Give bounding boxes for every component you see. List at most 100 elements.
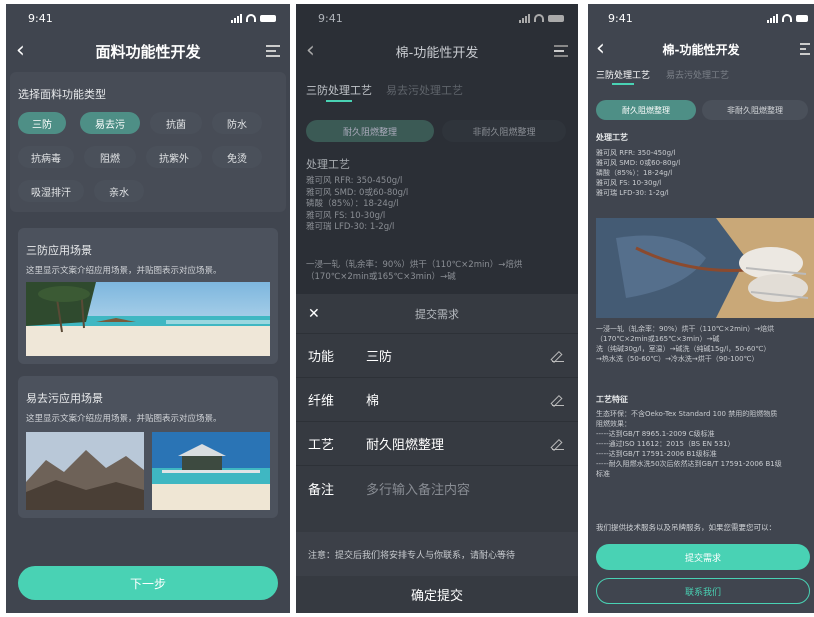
scenario-card-yiquwu: 易去污应用场景 这里显示文案介绍应用场景，并贴图表示对应场景。 <box>18 376 278 518</box>
shoes-image <box>596 218 814 318</box>
process-title: 处理工艺 <box>306 158 350 171</box>
scenario-card-sanfang: 三防应用场景 这里显示文案介绍应用场景，并贴图表示对应场景。 <box>18 228 278 364</box>
next-button-label: 下一步 <box>129 576 166 591</box>
page-title: 棉-功能性开发 <box>395 45 479 61</box>
process-tabs: 三防处理工艺 易去污处理工艺 <box>596 68 729 85</box>
chip-label: 阻燃 <box>100 153 120 165</box>
segment-durable[interactable]: 耐久阻燃整理 <box>596 100 696 120</box>
chip-label: 亲水 <box>109 187 129 199</box>
submit-request-button[interactable]: 提交需求 <box>596 544 810 570</box>
chip-sanfang[interactable]: 三防 <box>18 112 66 134</box>
chip-label: 抗菌 <box>166 119 186 131</box>
segment-label: 非耐久阻燃整理 <box>727 105 783 115</box>
back-icon[interactable]: ‹ <box>16 40 25 62</box>
tab-sanfang[interactable]: 三防处理工艺 <box>306 82 372 102</box>
remark-input[interactable]: 多行输入备注内容 <box>366 479 578 498</box>
next-button[interactable]: 下一步 <box>18 566 278 600</box>
wifi-icon <box>782 14 792 22</box>
segment-label: 耐久阻燃整理 <box>342 127 397 138</box>
status-time: 9:41 <box>28 11 53 25</box>
nav-bar: ‹ 面料功能性开发 <box>6 34 290 68</box>
chip-label: 吸湿排汗 <box>31 187 71 199</box>
function-type-panel: 选择面料功能类型 三防 易去污 抗菌 防水 抗病毒 阻燃 抗紫外 免烫 吸湿排汗… <box>10 72 286 212</box>
card-desc: 这里显示文案介绍应用场景，并贴图表示对应场景。 <box>26 266 222 276</box>
chip-xishipaihan[interactable]: 吸湿排汗 <box>18 180 84 202</box>
segment-label: 耐久阻燃整理 <box>622 105 670 115</box>
chip-qinshui[interactable]: 亲水 <box>94 180 144 202</box>
row-label: 备注 <box>308 482 335 498</box>
feature-text: 生态环保：不含Oeko-Tex Standard 100 禁用的阻燃物质 阻燃效… <box>596 410 782 478</box>
segment-nondurable[interactable]: 非耐久阻燃整理 <box>442 120 566 142</box>
wifi-icon <box>246 14 256 22</box>
process-title: 处理工艺 <box>596 133 628 142</box>
back-icon[interactable]: ‹ <box>306 40 315 62</box>
status-time: 9:41 <box>318 11 343 25</box>
chip-label: 防水 <box>227 119 247 131</box>
chip-yiquwu[interactable]: 易去污 <box>80 112 140 134</box>
chip-label: 抗紫外 <box>159 153 189 165</box>
menu-icon[interactable] <box>554 45 568 57</box>
row-label: 纤维 <box>308 394 335 409</box>
row-process[interactable]: 工艺 耐久阻燃整理 <box>296 422 578 466</box>
flow-text: 一浸一轧（轧余率：90%）烘干（110℃×2min）→焙烘 （170℃×2min… <box>306 260 523 282</box>
back-icon[interactable]: ‹ <box>596 38 605 60</box>
contact-us-button[interactable]: 联系我们 <box>596 578 810 604</box>
beach-image <box>26 282 270 356</box>
segment-durable[interactable]: 耐久阻燃整理 <box>306 120 434 142</box>
wifi-icon <box>534 14 544 22</box>
battery-icon <box>796 14 808 22</box>
chip-kangbingdu[interactable]: 抗病毒 <box>18 146 74 168</box>
tab-yiquwu[interactable]: 易去污处理工艺 <box>666 68 729 81</box>
chip-miantang[interactable]: 免烫 <box>212 146 262 168</box>
chip-label: 易去污 <box>95 119 125 131</box>
chip-label: 抗病毒 <box>31 153 61 165</box>
process-text: 雅可风 RFR: 350-450g/l 雅可风 SMD: 0或60-80g/l … <box>306 176 409 232</box>
row-label: 工艺 <box>308 438 335 453</box>
contact-us-label: 联系我们 <box>684 587 721 598</box>
service-text: 我们提供技术服务以及吊牌服务，如果您需要您可以： <box>596 523 776 532</box>
edit-icon[interactable] <box>552 350 564 362</box>
screen-fabric-function: 9:41 ‹ 面料功能性开发 选择面料功能类型 三防 易去污 抗菌 防水 抗病毒… <box>6 4 290 613</box>
flow-text: 一浸一轧（轧余率：90%）烘干（110℃×2min）→焙烘 （170℃×2min… <box>596 325 775 363</box>
screen-process-detail: 9:41 ‹ 棉-功能性开发 三防处理工艺 易去污处理工艺 耐久阻燃整理 非耐久… <box>588 4 814 613</box>
edit-icon[interactable] <box>552 394 564 406</box>
chip-zuran[interactable]: 阻燃 <box>84 146 136 168</box>
row-function[interactable]: 功能 三防 <box>296 334 578 378</box>
close-icon[interactable]: ✕ <box>308 306 320 322</box>
menu-icon[interactable] <box>800 43 810 55</box>
row-value: 耐久阻燃整理 <box>366 438 445 453</box>
battery-icon <box>548 14 564 22</box>
notice-bar: 注意：提交后我们将安排专人与你联系，请耐心等待 <box>296 532 578 576</box>
tab-sanfang[interactable]: 三防处理工艺 <box>596 68 650 85</box>
nav-bar: ‹ 棉-功能性开发 <box>296 34 578 68</box>
mountain-image <box>26 432 144 510</box>
submit-sheet: ✕ 提交需求 功能 三防 纤维 棉 工艺 耐久阻燃整理 备注 多行输入备注内容 … <box>296 294 578 613</box>
segment-label: 非耐久阻燃整理 <box>472 127 536 138</box>
menu-icon[interactable] <box>266 45 280 57</box>
card-title: 易去污应用场景 <box>26 392 103 405</box>
chip-label: 免烫 <box>227 153 247 165</box>
chip-kangziwai[interactable]: 抗紫外 <box>146 146 202 168</box>
status-time: 9:41 <box>608 11 633 25</box>
feature-title: 工艺特征 <box>596 395 628 404</box>
submit-request-label: 提交需求 <box>684 553 721 564</box>
row-fiber[interactable]: 纤维 棉 <box>296 378 578 422</box>
confirm-submit-button[interactable]: 确定提交 <box>296 576 578 613</box>
tab-yiquwu[interactable]: 易去污处理工艺 <box>386 82 463 98</box>
card-desc: 这里显示文案介绍应用场景，并贴图表示对应场景。 <box>26 414 222 424</box>
resort-image <box>152 432 270 510</box>
process-tabs: 三防处理工艺 易去污处理工艺 <box>306 82 463 102</box>
edit-icon[interactable] <box>552 438 564 450</box>
page-title: 棉-功能性开发 <box>662 42 740 57</box>
row-remark[interactable]: 备注 多行输入备注内容 <box>296 466 578 510</box>
section-label: 选择面料功能类型 <box>18 88 106 101</box>
process-text: 雅可风 RFR: 350-450g/l 雅可风 SMD: 0或60-80g/l … <box>596 149 681 197</box>
battery-icon <box>260 14 276 22</box>
chip-kangjun[interactable]: 抗菌 <box>150 112 202 134</box>
page-title: 面料功能性开发 <box>95 42 201 61</box>
row-value: 棉 <box>366 394 380 409</box>
segment-nondurable[interactable]: 非耐久阻燃整理 <box>702 100 808 120</box>
status-bar: 9:41 <box>6 4 290 32</box>
signal-icon <box>231 13 242 23</box>
chip-fangshui[interactable]: 防水 <box>212 112 262 134</box>
